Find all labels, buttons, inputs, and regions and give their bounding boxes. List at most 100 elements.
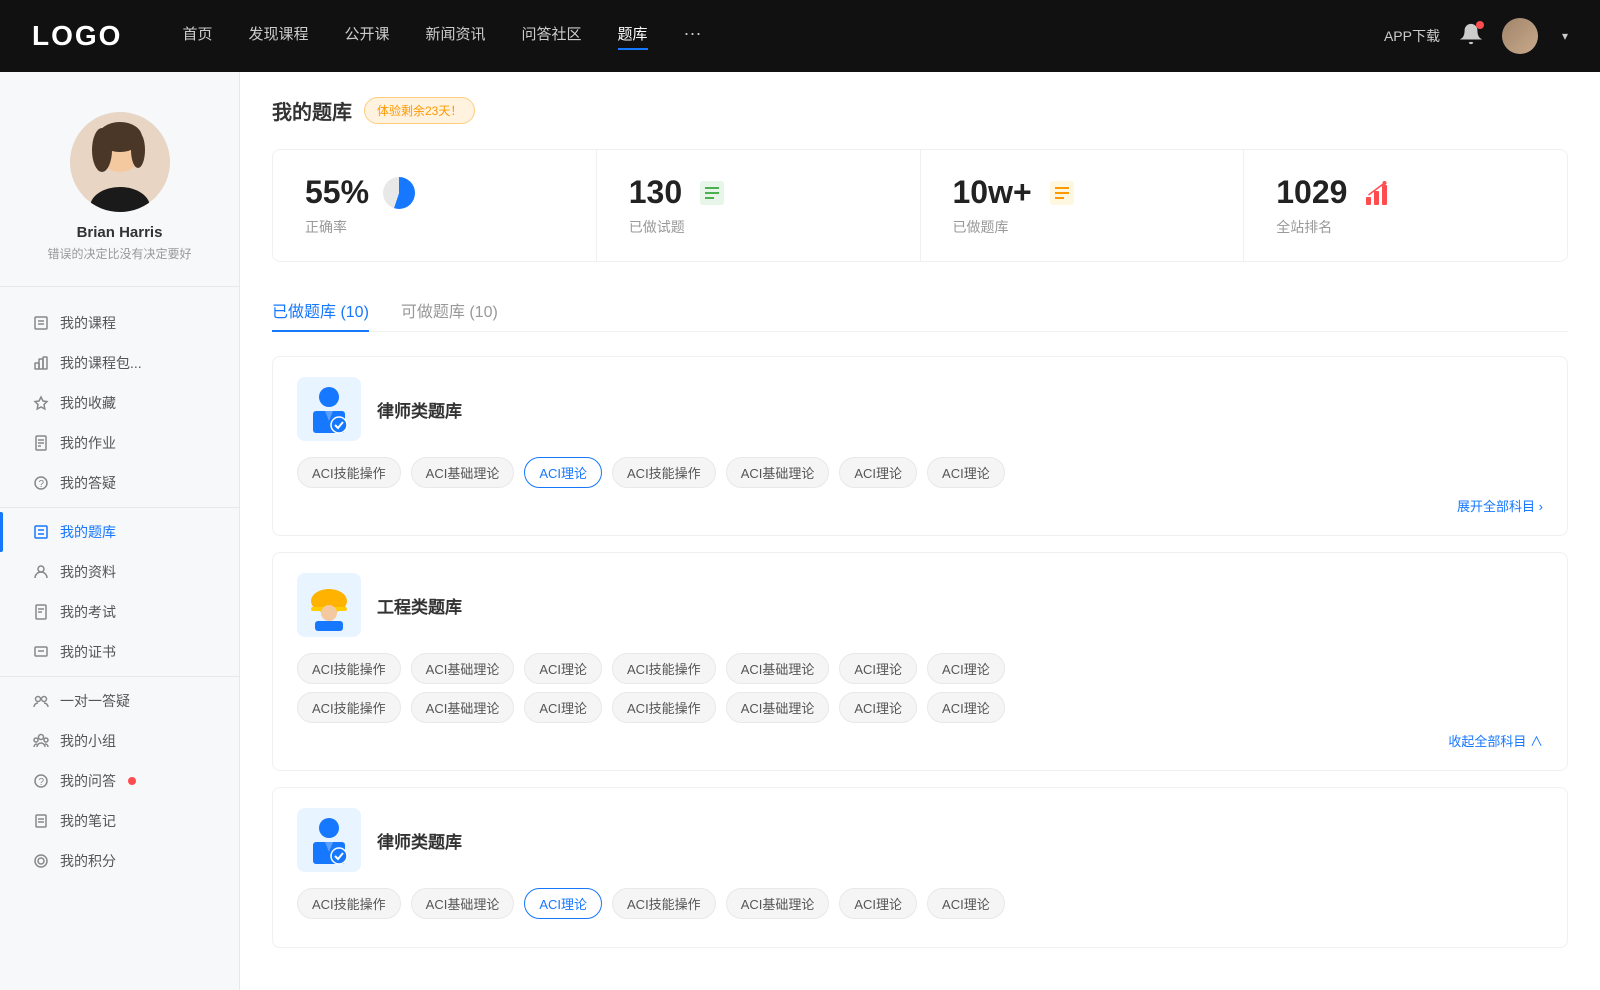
sidebar-divider-2 xyxy=(0,676,239,677)
svg-text:?: ? xyxy=(39,479,45,490)
sidebar-item-points[interactable]: 我的积分 xyxy=(0,841,239,881)
courses-icon xyxy=(32,314,50,332)
sidebar-label-my-answers: 我的问答 xyxy=(60,771,116,791)
sidebar-item-bank[interactable]: 我的题库 xyxy=(0,512,239,552)
expand-subjects-link[interactable]: 展开全部科目 › xyxy=(297,496,1543,515)
navbar-right: APP下载 ▾ xyxy=(1384,18,1568,54)
notification-bell[interactable] xyxy=(1460,23,1482,50)
lawyer-icon xyxy=(297,377,361,441)
subject-tag[interactable]: ACI基础理论 xyxy=(411,888,515,919)
sidebar-label-certs: 我的证书 xyxy=(60,642,116,662)
bank-card-lawyer-1: 律师类题库 ACI技能操作 ACI基础理论 ACI理论 ACI技能操作 ACI基… xyxy=(272,356,1568,536)
user-avatar xyxy=(70,112,170,212)
sidebar-item-homework[interactable]: 我的作业 xyxy=(0,423,239,463)
svg-text:?: ? xyxy=(39,777,45,788)
subject-tag[interactable]: ACI技能操作 xyxy=(612,653,716,684)
subject-tag[interactable]: ACI理论 xyxy=(839,653,917,684)
avatar-chevron-icon[interactable]: ▾ xyxy=(1562,29,1568,43)
subject-tag[interactable]: ACI理论 xyxy=(524,653,602,684)
collapse-subjects-link[interactable]: 收起全部科目 ∧ xyxy=(297,731,1543,750)
subject-tag[interactable]: ACI基础理论 xyxy=(411,457,515,488)
sidebar-label-bank: 我的题库 xyxy=(60,522,116,542)
nav-more[interactable]: ··· xyxy=(684,23,702,50)
homework-icon xyxy=(32,434,50,452)
bank-card-engineer-header: 工程类题库 xyxy=(297,573,1543,637)
subject-tag[interactable]: ACI基础理论 xyxy=(726,457,830,488)
page-layout: Brian Harris 错误的决定比没有决定要好 我的课程 xyxy=(0,72,1600,990)
tab-done-banks[interactable]: 已做题库 (10) xyxy=(272,290,369,332)
sidebar-item-my-courses[interactable]: 我的课程 xyxy=(0,303,239,343)
subject-tag-selected[interactable]: ACI理论 xyxy=(524,457,602,488)
sidebar-item-notes[interactable]: 我的笔记 xyxy=(0,801,239,841)
tabs-row: 已做题库 (10) 可做题库 (10) xyxy=(272,290,1568,332)
one-on-one-icon xyxy=(32,692,50,710)
accuracy-label: 正确率 xyxy=(305,217,564,237)
stat-accuracy-top: 55% xyxy=(305,174,564,211)
bank-engineer-subjects-row2: ACI技能操作 ACI基础理论 ACI理论 ACI技能操作 ACI基础理论 AC… xyxy=(297,692,1543,723)
subject-tag[interactable]: ACI理论 xyxy=(839,692,917,723)
subject-tag[interactable]: ACI技能操作 xyxy=(612,457,716,488)
sidebar-label-answers: 我的答疑 xyxy=(60,473,116,493)
avatar[interactable] xyxy=(1502,18,1538,54)
subject-tag[interactable]: ACI技能操作 xyxy=(612,692,716,723)
main-content: 我的题库 体验剩余23天！ 55% 正确率 130 xyxy=(240,72,1600,990)
page-header: 我的题库 体验剩余23天！ xyxy=(272,96,1568,125)
subject-tag[interactable]: ACI理论 xyxy=(927,653,1005,684)
sidebar-divider-1 xyxy=(0,507,239,508)
stat-accuracy: 55% 正确率 xyxy=(273,150,597,261)
subject-tag[interactable]: ACI技能操作 xyxy=(297,653,401,684)
nav-news[interactable]: 新闻资讯 xyxy=(426,23,486,50)
sidebar-label-exams: 我的考试 xyxy=(60,602,116,622)
banks-list-icon xyxy=(1044,175,1080,211)
ranking-bar-icon xyxy=(1359,175,1395,211)
ranking-value: 1029 xyxy=(1276,174,1347,211)
subject-tag[interactable]: ACI基础理论 xyxy=(726,888,830,919)
sidebar-label-my-courses: 我的课程 xyxy=(60,313,116,333)
avatar-image xyxy=(1502,18,1538,54)
answers-icon: ? xyxy=(32,474,50,492)
questions-value: 130 xyxy=(629,174,682,211)
sidebar-item-profile[interactable]: 我的资料 xyxy=(0,552,239,592)
tab-available-banks[interactable]: 可做题库 (10) xyxy=(401,290,498,332)
subject-tag[interactable]: ACI技能操作 xyxy=(297,888,401,919)
app-download-link[interactable]: APP下载 xyxy=(1384,26,1440,46)
sidebar-item-groups[interactable]: 我的小组 xyxy=(0,721,239,761)
sidebar-item-one-on-one[interactable]: 一对一答疑 xyxy=(0,681,239,721)
sidebar-label-points: 我的积分 xyxy=(60,851,116,871)
subject-tag[interactable]: ACI理论 xyxy=(927,457,1005,488)
sidebar-item-certs[interactable]: 我的证书 xyxy=(0,632,239,672)
subject-tag[interactable]: ACI基础理论 xyxy=(411,653,515,684)
nav-discover[interactable]: 发现课程 xyxy=(248,23,308,50)
subject-tag[interactable]: ACI理论 xyxy=(839,888,917,919)
nav-bank[interactable]: 题库 xyxy=(618,23,648,50)
subject-tag[interactable]: ACI理论 xyxy=(927,692,1005,723)
my-answers-icon: ? xyxy=(32,772,50,790)
notes-icon xyxy=(32,812,50,830)
subject-tag[interactable]: ACI基础理论 xyxy=(726,653,830,684)
subject-tag[interactable]: ACI技能操作 xyxy=(297,692,401,723)
subject-tag[interactable]: ACI基础理论 xyxy=(411,692,515,723)
nav-open-course[interactable]: 公开课 xyxy=(344,23,389,50)
nav-qa[interactable]: 问答社区 xyxy=(522,23,582,50)
bank-card-lawyer-2-header: 律师类题库 xyxy=(297,808,1543,872)
sidebar-item-exams[interactable]: 我的考试 xyxy=(0,592,239,632)
subject-tag-selected[interactable]: ACI理论 xyxy=(524,888,602,919)
subject-tag[interactable]: ACI基础理论 xyxy=(726,692,830,723)
subject-tag[interactable]: ACI理论 xyxy=(524,692,602,723)
nav-home[interactable]: 首页 xyxy=(182,23,212,50)
sidebar-item-favorites[interactable]: 我的收藏 xyxy=(0,383,239,423)
lawyer-icon-2 xyxy=(297,808,361,872)
user-motto: 错误的决定比没有决定要好 xyxy=(47,245,191,262)
sidebar-item-my-packages[interactable]: 我的课程包... xyxy=(0,343,239,383)
bank-lawyer-1-subjects: ACI技能操作 ACI基础理论 ACI理论 ACI技能操作 ACI基础理论 AC… xyxy=(297,457,1543,488)
stat-questions: 130 已做试题 xyxy=(597,150,921,261)
sidebar-label-one-on-one: 一对一答疑 xyxy=(60,691,130,711)
sidebar-item-my-answers[interactable]: ? 我的问答 xyxy=(0,761,239,801)
subject-tag[interactable]: ACI技能操作 xyxy=(612,888,716,919)
sidebar-label-homework: 我的作业 xyxy=(60,433,116,453)
subject-tag[interactable]: ACI理论 xyxy=(839,457,917,488)
subject-tag[interactable]: ACI技能操作 xyxy=(297,457,401,488)
questions-list-icon xyxy=(694,175,730,211)
subject-tag[interactable]: ACI理论 xyxy=(927,888,1005,919)
sidebar-item-answers[interactable]: ? 我的答疑 xyxy=(0,463,239,503)
